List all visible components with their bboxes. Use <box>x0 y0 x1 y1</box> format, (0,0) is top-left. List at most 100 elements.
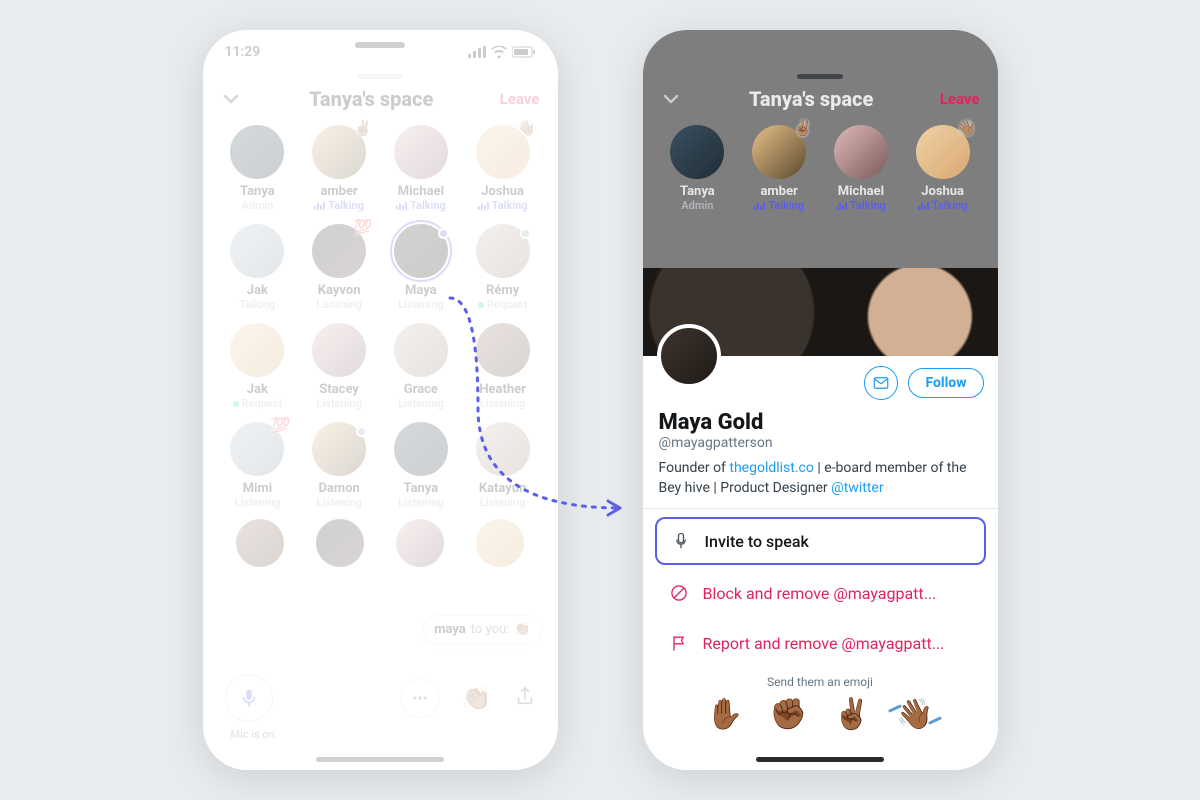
participant[interactable]: MayaListening <box>380 224 462 311</box>
invite-to-speak-button[interactable]: Invite to speak <box>655 517 986 565</box>
avatar: 💯 <box>312 224 366 278</box>
status-dot <box>520 228 531 239</box>
participant-name: Damon <box>318 481 359 496</box>
participant-status: Talking <box>396 199 446 212</box>
participant-status: Talking <box>754 199 804 212</box>
react-button[interactable]: 👏🏽 <box>462 684 492 712</box>
participant[interactable]: TanyaAdmin <box>657 125 739 212</box>
participant-name: Tanya <box>240 184 275 199</box>
avatar[interactable] <box>396 519 444 567</box>
profile-sheet: Follow Maya Gold @mayagpatterson Founder… <box>643 268 998 770</box>
more-button[interactable] <box>400 678 440 718</box>
status-indicators <box>468 46 536 58</box>
participant-name: Joshua <box>481 184 524 199</box>
profile-bio: Founder of thegoldlist.co | e-board memb… <box>643 459 998 509</box>
participant[interactable]: MichaelTalking <box>380 125 462 212</box>
block-remove-button[interactable]: Block and remove @mayagpatt... <box>655 571 986 615</box>
participant-status: Listening <box>480 397 525 410</box>
reaction-badge: 👋🏽 <box>957 121 976 136</box>
avatar: 👋🏽 <box>916 125 970 179</box>
emoji-label: Send them an emoji <box>643 675 998 689</box>
participant[interactable]: 💯KayvonListening <box>298 224 380 311</box>
participant-status: Listening <box>235 496 280 509</box>
profile-actions: Invite to speak Block and remove @mayagp… <box>643 509 998 669</box>
participant-name: Stacey <box>319 382 359 397</box>
share-button[interactable] <box>514 685 536 711</box>
profile-banner <box>643 268 998 356</box>
report-remove-button[interactable]: Report and remove @mayagpatt... <box>655 621 986 665</box>
avatar <box>394 422 448 476</box>
avatar[interactable] <box>316 519 364 567</box>
participant-name: Jak <box>247 382 268 397</box>
participant[interactable]: TanyaAdmin <box>217 125 299 212</box>
home-indicator[interactable] <box>316 757 444 762</box>
participant-status: Listening <box>316 397 361 410</box>
participant[interactable]: ✌🏽 amberTalking <box>738 125 820 212</box>
avatar <box>230 125 284 179</box>
space-header: Tanya's space Leave <box>203 81 558 121</box>
bio-link[interactable]: @twitter <box>831 480 883 496</box>
participant[interactable]: JakRequest <box>217 323 299 410</box>
participant[interactable]: TanyaListening <box>380 422 462 509</box>
participant[interactable]: JakTalking <box>217 224 299 311</box>
reaction-badge: 💯 <box>272 418 291 433</box>
home-indicator[interactable] <box>756 757 884 762</box>
emoji-peace[interactable]: ✌🏾 <box>833 697 870 732</box>
mic-icon <box>671 531 691 551</box>
profile-avatar[interactable] <box>657 324 721 388</box>
status-dot <box>356 426 367 437</box>
status-time: 11:29 <box>225 44 261 60</box>
space-title: Tanya's space <box>683 87 940 111</box>
participant-name: Rémy <box>486 283 519 298</box>
participant[interactable]: 💯MimiListening <box>217 422 299 509</box>
collapse-button[interactable] <box>221 89 243 109</box>
participant-status: Request <box>478 298 528 311</box>
participant[interactable]: 👋🏽JoshuaTalking <box>462 125 544 212</box>
participant-name: Michael <box>838 184 884 199</box>
profile-name: Maya Gold <box>643 400 998 435</box>
follow-button[interactable]: Follow <box>908 368 983 398</box>
status-bar: 11:29 <box>203 30 558 68</box>
participants-grid: TanyaAdmin✌🏽amberTalkingMichaelTalking👋🏽… <box>203 121 558 513</box>
participant[interactable]: 👋🏽JoshuaTalking <box>902 125 984 212</box>
flag-icon <box>669 633 689 653</box>
participant[interactable]: MichaelTalking <box>820 125 902 212</box>
participant[interactable]: RémyRequest <box>462 224 544 311</box>
participant-name: amber <box>760 184 797 199</box>
leave-button[interactable]: Leave <box>940 90 980 108</box>
participant[interactable]: StaceyListening <box>298 323 380 410</box>
avatar <box>476 422 530 476</box>
avatar[interactable] <box>476 519 524 567</box>
participant-status: Listening <box>398 397 443 410</box>
reaction-badge: ✌🏽 <box>353 121 372 136</box>
participant-status: Talking <box>836 199 886 212</box>
sheet-grabber[interactable] <box>357 74 403 79</box>
participant[interactable]: HeatherListening <box>462 323 544 410</box>
reaction-bubble[interactable]: maya to you: 👏🏽 <box>423 615 541 644</box>
participant-status: Request <box>233 397 283 410</box>
avatar <box>670 125 724 179</box>
participant-name: Kayvon <box>318 283 361 298</box>
participant-status: Talking <box>314 199 364 212</box>
avatar <box>394 323 448 377</box>
avatar: ✌🏽 <box>752 125 806 179</box>
participant[interactable]: KatayunListening <box>462 422 544 509</box>
emoji-fist[interactable]: ✊🏾 <box>770 697 807 732</box>
bio-link[interactable]: thegoldlist.co <box>729 460 813 476</box>
space-title: Tanya's space <box>243 87 500 111</box>
participant[interactable]: GraceListening <box>380 323 462 410</box>
emoji-wave[interactable]: 👋🏾 <box>896 697 933 732</box>
leave-button[interactable]: Leave <box>500 90 540 108</box>
message-button[interactable] <box>864 366 898 400</box>
emoji-hand[interactable]: ✋🏾 <box>706 697 743 732</box>
avatar <box>394 224 448 278</box>
avatar[interactable] <box>236 519 284 567</box>
mic-button[interactable] <box>225 674 273 722</box>
block-icon <box>669 583 689 603</box>
collapse-button[interactable] <box>661 89 683 109</box>
participant[interactable]: ✌🏽amberTalking <box>298 125 380 212</box>
participants-grid: TanyaAdmin✌🏽amberTalkingMichaelTalking👋🏽… <box>643 121 998 216</box>
status-bar: 11:29 . <box>643 30 998 68</box>
bottom-bar: 👏🏽 <box>203 664 558 728</box>
participant[interactable]: DamonListening <box>298 422 380 509</box>
